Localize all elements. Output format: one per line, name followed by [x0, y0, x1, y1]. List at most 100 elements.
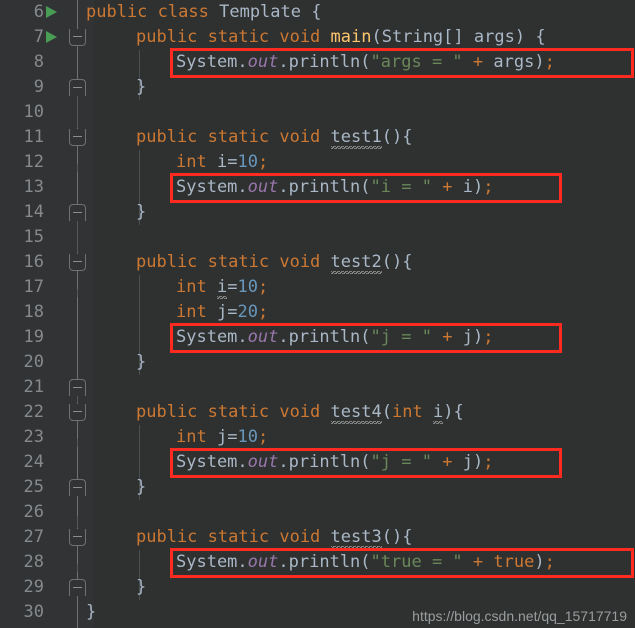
code-line-22[interactable]: public static void test4(int i){: [136, 400, 464, 425]
code-line-28[interactable]: System.out.println("true = " + true);: [176, 550, 555, 575]
token-call: println: [288, 327, 361, 347]
code-content[interactable]: public class Template { public static vo…: [0, 0, 635, 628]
token-assign: =: [227, 277, 238, 297]
token-paren: (: [360, 177, 371, 197]
token-brace: }: [86, 602, 97, 622]
token-number: 10: [237, 152, 258, 172]
token-dot: .: [237, 52, 248, 72]
token-identifier: i: [462, 177, 473, 197]
token-brace: {: [311, 2, 322, 22]
token-call: println: [288, 452, 361, 472]
code-line-30[interactable]: }: [86, 600, 96, 625]
code-line-18[interactable]: int j=20;: [176, 300, 268, 325]
token-field: out: [247, 552, 279, 572]
token-string: "i = ": [370, 177, 432, 197]
token-semicolon: ;: [544, 552, 555, 572]
code-line-11[interactable]: public static void test1(){: [136, 125, 412, 150]
code-line-9[interactable]: }: [136, 75, 146, 100]
token-assign: =: [227, 427, 238, 447]
code-line-20[interactable]: }: [136, 350, 146, 375]
token-keyword: void: [279, 252, 321, 272]
token-dot: .: [278, 552, 289, 572]
token-keyword: public: [136, 27, 198, 47]
code-line-27[interactable]: public static void test3(){: [136, 525, 412, 550]
token-keyword: class: [157, 2, 209, 22]
token-keyword: public: [136, 127, 198, 147]
token-assign: =: [227, 152, 238, 172]
token-identifier: j: [462, 452, 473, 472]
token-semicolon: ;: [257, 302, 269, 322]
token-field: out: [247, 452, 279, 472]
token-dot: .: [278, 327, 289, 347]
token-keyword: public: [136, 252, 198, 272]
token-number: 10: [237, 427, 258, 447]
token-object: System: [176, 177, 238, 197]
token-method-name-unused: test4: [330, 402, 382, 425]
code-line-25[interactable]: }: [136, 475, 146, 500]
code-line-19[interactable]: System.out.println("j = " + j);: [176, 325, 493, 350]
token-string: "j = ": [370, 452, 432, 472]
token-call: println: [288, 52, 361, 72]
token-semicolon: ;: [257, 152, 269, 172]
token-string: "args = ": [370, 52, 463, 72]
code-line-12[interactable]: int i=10;: [176, 150, 268, 175]
code-line-23[interactable]: int j=10;: [176, 425, 268, 450]
token-paren-brace: (){: [381, 252, 413, 272]
token-method-name-unused: test1: [330, 127, 382, 150]
token-param: args: [473, 27, 515, 47]
token-string: "j = ": [370, 327, 432, 347]
code-line-13[interactable]: System.out.println("i = " + i);: [176, 175, 493, 200]
code-line-16[interactable]: public static void test2(){: [136, 250, 412, 275]
token-brace: }: [136, 477, 147, 497]
token-brace: }: [136, 202, 147, 222]
token-object: System: [176, 452, 238, 472]
token-keyword: static: [207, 252, 270, 272]
token-number: 10: [237, 277, 258, 297]
token-keyword: static: [207, 27, 270, 47]
token-operator: +: [472, 552, 484, 572]
token-operator: +: [442, 452, 453, 472]
token-keyword: void: [279, 402, 321, 422]
code-line-29[interactable]: }: [136, 575, 146, 600]
code-line-14[interactable]: }: [136, 200, 146, 225]
token-paren: ): [472, 452, 484, 472]
code-line-24[interactable]: System.out.println("j = " + j);: [176, 450, 493, 475]
token-call: println: [288, 177, 361, 197]
token-string: "true = ": [370, 552, 463, 572]
code-line-17[interactable]: int i=10;: [176, 275, 268, 300]
token-variable: i: [216, 152, 228, 172]
code-line-8[interactable]: System.out.println("args = " + args);: [176, 50, 555, 75]
token-paren: ): [534, 552, 545, 572]
token-number: 20: [237, 302, 258, 322]
code-line-7[interactable]: public static void main(String[] args) {: [136, 25, 546, 50]
token-paren: (: [371, 27, 382, 47]
token-variable: j: [216, 427, 228, 447]
code-line-6[interactable]: public class Template {: [86, 0, 322, 25]
token-paren: (: [360, 52, 371, 72]
token-semicolon: ;: [544, 52, 555, 72]
token-paren: ): [472, 177, 484, 197]
token-brace: }: [136, 77, 147, 97]
token-keyword: void: [279, 527, 321, 547]
token-brackets: []: [443, 27, 474, 47]
token-param-type: int: [391, 402, 423, 422]
